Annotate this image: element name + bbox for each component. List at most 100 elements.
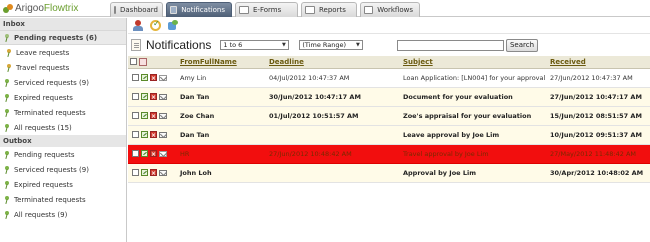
cell-deadline: 27/Jun/2012 10:48:42 AM [267,144,401,164]
cell-received: 27/Jun/2012 10:47:37 AM [548,68,650,88]
sidebar: Inbox Pending requests (6) Leave request… [0,18,127,242]
sidebar-item-label: Serviced requests (9) [14,165,89,174]
sidebar-item-label: All requests (9) [14,210,68,219]
table-row[interactable]: × Dan Tan Leave approval by Joe Lim 10/J… [128,125,650,145]
tab-dashboard[interactable]: Dashboard [110,2,163,17]
cell-subject[interactable]: Approval by Joe Lim [401,163,548,183]
delete-icon[interactable]: × [150,131,157,139]
reports-icon [305,6,315,14]
mail-icon [159,169,167,176]
row-checkbox[interactable] [132,112,139,119]
sidebar-item-outbox-pending[interactable]: Pending requests [0,147,126,162]
delete-icon[interactable]: × [150,150,157,158]
pin-icon [4,93,10,102]
eforms-icon [239,6,249,14]
row-checkbox[interactable] [132,169,139,176]
time-range-select[interactable]: (Time Range) ▼ [299,40,364,50]
cell-subject[interactable]: Leave approval by Joe Lim [401,125,548,145]
chevron-down-icon: ▼ [281,42,286,48]
page-range-select[interactable]: 1 to 6 ▼ [220,40,290,50]
select-all-checkbox[interactable] [130,58,137,66]
header-from[interactable]: FromFullName [178,56,267,69]
row-checkbox[interactable] [132,93,139,100]
time-range-value: (Time Range) [302,41,347,49]
header-deadline[interactable]: Deadline [267,56,401,69]
mail-icon [159,112,167,119]
sidebar-item-label: Expired requests [14,93,73,102]
logo-suffix: Flowtrix [43,3,79,14]
workflows-icon [364,6,374,14]
pin-icon [4,78,10,87]
sidebar-item-label: Travel requests [16,63,70,72]
cell-subject[interactable]: Travel approval by Joe Lim [401,144,548,164]
cell-from: Amy Lin [178,68,267,88]
pin-icon [4,180,10,189]
cell-subject[interactable]: Zoe's appraisal for your evaluation [401,106,548,126]
table-row[interactable]: × Amy Lin 04/Jul/2012 10:47:37 AM Loan A… [128,68,650,88]
chevron-down-icon: ▼ [355,42,360,48]
cell-from: John Loh [178,163,267,183]
row-checkbox[interactable] [132,150,139,157]
edit-icon[interactable] [141,74,148,81]
sidebar-item-travel-requests[interactable]: Travel requests [0,60,126,75]
table-row[interactable]: × Dan Tan 30/Jun/2012 10:47:17 AM Docume… [128,87,650,107]
cell-from: Zoe Chan [178,106,267,126]
tab-notifications[interactable]: Notifications [166,2,232,17]
sidebar-item-expired-requests[interactable]: Expired requests [0,90,126,105]
tab-workflows[interactable]: Workflows [360,2,420,17]
refresh-icon[interactable] [167,20,178,31]
cell-subject[interactable]: Document for your evaluation [401,87,548,107]
sidebar-item-serviced-requests[interactable]: Serviced requests (9) [0,75,126,90]
tab-label: Notifications [181,6,225,14]
table-header-row: FromFullName Deadline Subject Received [128,56,650,69]
logo-prefix: Arigoo [15,3,44,14]
outbox-header: Outbox [0,135,126,147]
sidebar-item-label: Terminated requests [14,195,86,204]
row-checkbox[interactable] [132,74,139,81]
dashboard-icon [114,6,116,14]
app-logo[interactable]: ArigooFlowtrix [3,2,78,15]
title-bar: Notifications 1 to 6 ▼ (Time Range) ▼ Se… [128,34,650,56]
delete-icon[interactable]: × [150,112,157,120]
search-input[interactable] [397,40,504,51]
approve-icon[interactable] [150,19,161,31]
header-received[interactable]: Received [548,56,650,69]
sidebar-item-pending-requests[interactable]: Pending requests (6) [0,30,126,45]
search-button[interactable]: Search [506,39,538,52]
cell-received: 27/Jun/2012 10:47:17 AM [548,87,650,107]
sidebar-item-outbox-expired[interactable]: Expired requests [0,177,126,192]
sidebar-item-outbox-serviced[interactable]: Serviced requests (9) [0,162,126,177]
app-header: ArigooFlowtrix Dashboard Notifications E… [0,0,650,17]
main-tabs: Dashboard Notifications E-Forms Reports … [110,2,423,17]
sidebar-item-all-requests[interactable]: All requests (15) [0,120,126,135]
cell-subject[interactable]: Loan Application: [LN004] for your appro… [401,68,548,88]
pin-icon [4,165,10,174]
delete-icon[interactable]: × [150,74,157,82]
delete-icon[interactable]: × [150,169,157,177]
sidebar-item-outbox-all[interactable]: All requests (9) [0,207,126,222]
tab-eforms[interactable]: E-Forms [235,2,298,17]
sidebar-item-leave-requests[interactable]: Leave requests [0,45,126,60]
sidebar-item-outbox-terminated[interactable]: Terminated requests [0,192,126,207]
edit-icon[interactable] [141,169,148,176]
tab-label: Dashboard [120,6,158,14]
table-row[interactable]: × HR 27/Jun/2012 10:48:42 AM Travel appr… [128,144,650,164]
table-row[interactable]: × John Loh Approval by Joe Lim 30/Apr/20… [128,163,650,183]
row-checkbox[interactable] [132,131,139,138]
pin-icon [4,150,10,159]
cell-from: Dan Tan [178,125,267,145]
edit-icon[interactable] [141,112,148,119]
sidebar-item-terminated-requests[interactable]: Terminated requests [0,105,126,120]
table-row[interactable]: × Zoe Chan 01/Jul/2012 10:51:57 AM Zoe's… [128,106,650,126]
notifications-icon [170,6,178,14]
header-subject[interactable]: Subject [401,56,548,69]
edit-icon[interactable] [141,150,148,157]
tab-label: Workflows [377,6,413,14]
edit-icon[interactable] [141,93,148,100]
main-panel: Notifications 1 to 6 ▼ (Time Range) ▼ Se… [128,18,650,242]
tab-reports[interactable]: Reports [301,2,357,17]
edit-icon[interactable] [141,131,148,138]
tab-label: E-Forms [253,6,282,14]
delete-icon[interactable]: × [150,93,157,101]
user-icon[interactable] [133,20,144,31]
